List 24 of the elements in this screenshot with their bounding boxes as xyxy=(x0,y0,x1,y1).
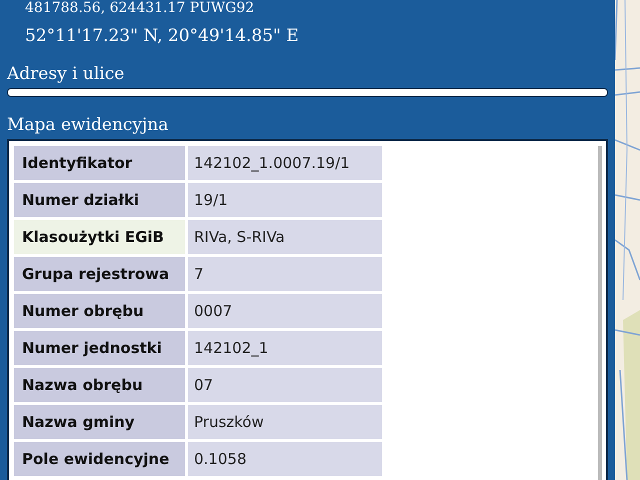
attribute-label: Nazwa gminy xyxy=(14,405,185,439)
attribute-value: 142102_1.0007.19/1 xyxy=(188,146,382,180)
coordinate-text: 481788.56, 624431.17 PUWG92 xyxy=(25,0,256,16)
attribute-value: 0.1058 xyxy=(188,442,382,476)
attribute-value: RIVa, S-RIVa xyxy=(188,220,382,254)
attribute-value: 19/1 xyxy=(188,183,382,217)
attribute-value: 0007 xyxy=(188,294,382,328)
attribute-label: Identyfikator xyxy=(14,146,185,180)
attribute-label: Nazwa obrębu xyxy=(14,368,185,402)
attribute-label: Numer jednostki xyxy=(14,331,185,365)
attribute-value: 142102_1 xyxy=(188,331,382,365)
scrollbar[interactable] xyxy=(598,146,602,480)
attribute-label: Pole ewidencyjne xyxy=(14,442,185,476)
attribute-label: Grupa rejestrowa xyxy=(14,257,185,291)
attribute-value: 07 xyxy=(188,368,382,402)
attribute-label: Numer działki xyxy=(14,183,185,217)
attribute-value: Pruszków xyxy=(188,405,382,439)
attribute-label: Klasoużytki EGiB xyxy=(14,220,185,254)
attribute-label: Numer obrębu xyxy=(14,294,185,328)
section-header[interactable]: Mapa ewidencyjna xyxy=(7,115,608,135)
attribute-value: 7 xyxy=(188,257,382,291)
collapsed-section-bar[interactable] xyxy=(7,88,608,97)
coordinate-text: 52°11'17.23" N, 20°49'14.85" E xyxy=(25,26,300,46)
section-header[interactable]: Adresy i ulice xyxy=(7,64,608,84)
